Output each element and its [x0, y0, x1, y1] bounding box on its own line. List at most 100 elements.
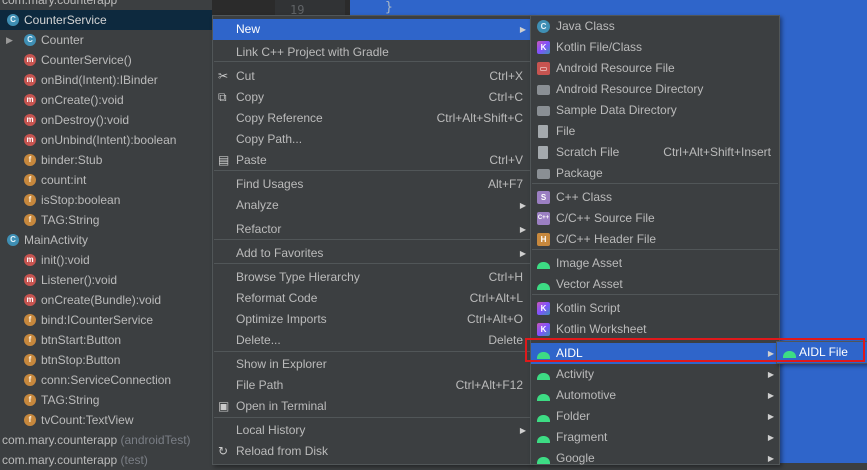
menu-separator	[214, 263, 530, 264]
menu-item-label: Fragment	[556, 430, 608, 444]
folder-icon	[537, 85, 550, 95]
tree-row[interactable]: C CounterService	[0, 10, 212, 30]
menu-item-optimize-imports[interactable]: Optimize Imports Ctrl+Alt+O	[213, 309, 531, 330]
menu-item-new[interactable]: New ▶	[213, 19, 531, 40]
tree-row-label: CounterService()	[41, 53, 132, 67]
menu-item-sample-data-directory[interactable]: Sample Data Directory	[531, 100, 779, 121]
menu-item-shortcut: Alt+F7	[487, 177, 523, 191]
context-menu: New ▶ Link C++ Project with Gradle ✂ Cut Ctrl…	[212, 15, 532, 465]
menu-item-analyze[interactable]: Analyze ▶	[213, 195, 531, 216]
menu-item-label: Copy Reference	[236, 111, 323, 125]
tree-row[interactable]: C MainActivity	[0, 230, 212, 250]
menu-item-show-in-explorer[interactable]: Show in Explorer	[213, 354, 531, 375]
menu-item-kotlin-script[interactable]: K Kotlin Script	[531, 298, 779, 319]
menu-item-label: Optimize Imports	[236, 312, 327, 326]
menu-item-activity[interactable]: Activity ▶	[531, 364, 779, 385]
method-icon: m	[24, 74, 36, 86]
expand-arrow-icon[interactable]: ▶	[6, 30, 13, 50]
project-tree[interactable]: com.mary.counterapp C CounterService ▶ C Cou…	[0, 0, 212, 467]
cpp-header-icon: H	[537, 233, 550, 246]
tree-row[interactable]: f binder:Stub	[0, 150, 212, 170]
menu-item-copy-reference[interactable]: Copy Reference Ctrl+Alt+Shift+C	[213, 108, 531, 129]
tree-row[interactable]: f count:int	[0, 170, 212, 190]
menu-item-link-c-project-with-gradle[interactable]: Link C++ Project with Gradle	[213, 42, 531, 63]
copy-icon: ⧉	[218, 90, 227, 104]
menu-item-shortcut: Ctrl+Alt+Shift+Insert	[663, 145, 771, 159]
tree-row[interactable]: m onUnbind(Intent):boolean	[0, 130, 212, 150]
tree-row[interactable]: f TAG:String	[0, 210, 212, 230]
menu-item-reformat-code[interactable]: Reformat Code Ctrl+Alt+L	[213, 288, 531, 309]
menu-item-label: C/C++ Header File	[556, 232, 657, 246]
menu-item-vector-asset[interactable]: Vector Asset	[531, 274, 779, 295]
menu-item-cut[interactable]: ✂ Cut Ctrl+X	[213, 66, 531, 87]
tree-row[interactable]: ▶ C Counter	[0, 30, 212, 50]
tree-row[interactable]: f tvCount:TextView	[0, 410, 212, 430]
menu-item-find-usages[interactable]: Find Usages Alt+F7	[213, 174, 531, 195]
tree-row[interactable]: f TAG:String	[0, 390, 212, 410]
menu-item-local-history[interactable]: Local History ▶	[213, 420, 531, 441]
android-icon	[537, 257, 550, 270]
menu-item-shortcut: Delete	[488, 333, 523, 347]
tree-row[interactable]: m onCreate():void	[0, 90, 212, 110]
tree-row[interactable]: m onCreate(Bundle):void	[0, 290, 212, 310]
menu-item-reload-from-disk[interactable]: ↻ Reload from Disk	[213, 441, 531, 462]
tree-row[interactable]: m Listener():void	[0, 270, 212, 290]
menu-item-label: Image Asset	[556, 256, 623, 270]
submenu-arrow-icon: ▶	[767, 454, 774, 463]
tree-row-label: TAG:String	[41, 393, 100, 407]
menu-item-kotlin-file-class[interactable]: K Kotlin File/Class	[531, 37, 779, 58]
menu-item-file[interactable]: File	[531, 121, 779, 142]
tree-row-label: MainActivity	[24, 233, 89, 247]
method-icon: m	[24, 114, 36, 126]
menu-item-google[interactable]: Google ▶	[531, 448, 779, 469]
tree-row[interactable]: m CounterService()	[0, 50, 212, 70]
terminal-icon: ▣	[218, 399, 230, 413]
tree-row[interactable]: m onDestroy():void	[0, 110, 212, 130]
menu-item-c-class[interactable]: S C++ Class	[531, 187, 779, 208]
menu-item-browse-type-hierarchy[interactable]: Browse Type Hierarchy Ctrl+H	[213, 267, 531, 288]
tree-row[interactable]: m init():void	[0, 250, 212, 270]
tree-row[interactable]: f isStop:boolean	[0, 190, 212, 210]
tree-row[interactable]: m onBind(Intent):IBinder	[0, 70, 212, 90]
menu-item-automotive[interactable]: Automotive ▶	[531, 385, 779, 406]
menu-item-open-in-terminal[interactable]: ▣ Open in Terminal	[213, 396, 531, 417]
menu-separator	[214, 61, 530, 62]
menu-item-file-path[interactable]: File Path Ctrl+Alt+F12	[213, 375, 531, 396]
menu-item-java-class[interactable]: C Java Class	[531, 16, 779, 37]
menu-item-copy[interactable]: ⧉ Copy Ctrl+C	[213, 87, 531, 108]
menu-item-label: C++ Class	[556, 190, 613, 204]
tree-package-androidtest[interactable]: com.mary.counterapp (androidTest)	[0, 430, 212, 450]
menu-item-kotlin-worksheet[interactable]: K Kotlin Worksheet	[531, 319, 779, 340]
menu-item-package[interactable]: Package	[531, 163, 779, 184]
menu-item-scratch-file[interactable]: Scratch File Ctrl+Alt+Shift+Insert	[531, 142, 779, 163]
tree-package-test[interactable]: com.mary.counterapp (test)	[0, 450, 212, 470]
menu-item-android-resource-directory[interactable]: Android Resource Directory	[531, 79, 779, 100]
menu-item-fragment[interactable]: Fragment ▶	[531, 427, 779, 448]
menu-item-add-to-favorites[interactable]: Add to Favorites ▶	[213, 243, 531, 264]
menu-item-folder[interactable]: Folder ▶	[531, 406, 779, 427]
tree-row[interactable]: f bind:ICounterService	[0, 310, 212, 330]
menu-item-copy-path[interactable]: Copy Path...	[213, 129, 531, 150]
menu-separator	[214, 239, 530, 240]
menu-item-paste[interactable]: ▤ Paste Ctrl+V	[213, 150, 531, 171]
menu-item-label: Open in Terminal	[236, 399, 327, 413]
menu-item-c-c-source-file[interactable]: C++ C/C++ Source File	[531, 208, 779, 229]
menu-item-android-resource-file[interactable]: ▭ Android Resource File	[531, 58, 779, 79]
menu-item-c-c-header-file[interactable]: H C/C++ Header File	[531, 229, 779, 250]
menu-item-image-asset[interactable]: Image Asset	[531, 253, 779, 274]
menu-item-refactor[interactable]: Refactor ▶	[213, 219, 531, 240]
tree-row-label: binder:Stub	[41, 153, 103, 167]
method-icon: m	[24, 294, 36, 306]
field-icon: f	[24, 374, 36, 386]
menu-item-delete[interactable]: Delete... Delete	[213, 330, 531, 351]
tree-row[interactable]: f btnStop:Button	[0, 350, 212, 370]
kotlin-script-icon: K	[537, 302, 550, 315]
tree-package-top[interactable]: com.mary.counterapp	[0, 0, 212, 10]
menu-item-label: Copy	[236, 90, 265, 104]
tree-row-label: CounterService	[24, 13, 107, 27]
menu-item-label: Automotive	[556, 388, 617, 402]
menu-item-label: Cut	[236, 69, 255, 83]
menu-item-shortcut: Ctrl+X	[489, 69, 523, 83]
tree-row[interactable]: f conn:ServiceConnection	[0, 370, 212, 390]
tree-row[interactable]: f btnStart:Button	[0, 330, 212, 350]
